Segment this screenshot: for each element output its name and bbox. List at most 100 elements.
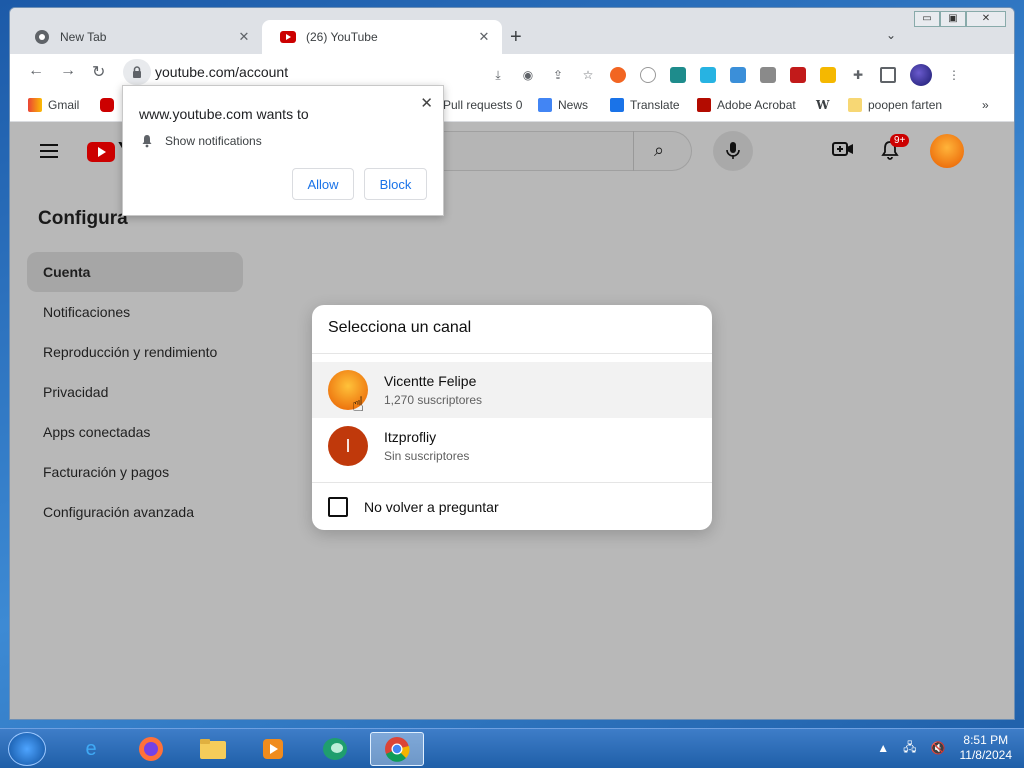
bookmarks-overflow[interactable]: » (982, 98, 989, 112)
extension-icon[interactable] (820, 67, 836, 83)
extension-icon[interactable] (610, 67, 626, 83)
acrobat-icon (697, 98, 711, 112)
window-controls: ▭ ▣ ✕ (914, 11, 1006, 27)
extension-icon[interactable] (670, 67, 686, 83)
bookmark-news[interactable]: News (538, 98, 588, 112)
mic-button[interactable] (713, 131, 753, 171)
eye-icon[interactable]: ◉ (520, 67, 536, 83)
internet-explorer-icon[interactable]: e (64, 732, 118, 766)
tab-close-icon[interactable]: ✕ (476, 29, 492, 45)
bookmark-youtube[interactable] (100, 98, 114, 112)
media-player-icon[interactable] (246, 732, 300, 766)
channel-text: Itzprofliy Sin suscriptores (384, 429, 469, 463)
start-button[interactable] (8, 732, 46, 766)
chrome-taskbar-icon[interactable] (370, 732, 424, 766)
translate-icon (610, 98, 624, 112)
close-window-button[interactable]: ✕ (966, 11, 1006, 27)
allow-button[interactable]: Allow (292, 168, 354, 200)
clock-date: 11/8/2024 (959, 748, 1013, 762)
nav-cuenta[interactable]: Cuenta (27, 252, 243, 292)
account-avatar[interactable] (930, 134, 964, 168)
extension-icon[interactable] (700, 67, 716, 83)
dialog-title: Selecciona un canal (328, 319, 472, 336)
extension-icon[interactable] (640, 67, 656, 83)
gmail-icon (28, 98, 42, 112)
bookmark-adobe-acrobat[interactable]: Adobe Acrobat (697, 98, 796, 112)
system-tray: ▲ 🖧 🔇 8:51 PM 11/8/2024 (877, 733, 1012, 763)
mouse-cursor-icon: ☝ (352, 394, 365, 416)
bookmark-gmail[interactable]: Gmail (28, 98, 79, 112)
create-video-icon[interactable] (832, 140, 854, 163)
app-icon[interactable] (308, 732, 362, 766)
youtube-icon (100, 98, 114, 112)
nav-configuracion-avanzada[interactable]: Configuración avanzada (27, 492, 243, 532)
block-button[interactable]: Block (364, 168, 427, 200)
kebab-menu-icon[interactable]: ⋮ (946, 67, 962, 83)
minimize-button[interactable]: ▭ (914, 11, 940, 27)
extension-icon[interactable] (790, 67, 806, 83)
bookmark-folder[interactable]: poopen farten (848, 98, 942, 112)
channel-option[interactable]: Vicentte Felipe 1,270 suscriptores (312, 362, 712, 418)
extension-icon[interactable] (730, 67, 746, 83)
close-icon[interactable]: ✕ (420, 94, 433, 112)
bookmark-wikipedia[interactable]: W (816, 98, 829, 112)
channel-option[interactable]: I Itzprofliy Sin suscriptores (312, 418, 712, 474)
nav-apps-conectadas[interactable]: Apps conectadas (27, 412, 243, 452)
volume-muted-icon[interactable]: 🔇 (931, 741, 946, 755)
nav-notificaciones[interactable]: Notificaciones (27, 292, 243, 332)
notification-permission-popup: www.youtube.com wants to ✕ Show notifica… (122, 85, 444, 216)
dont-ask-label[interactable]: No volver a preguntar (364, 499, 499, 515)
file-explorer-icon[interactable] (186, 732, 240, 766)
extension-icon[interactable] (760, 67, 776, 83)
news-icon (538, 98, 552, 112)
notification-badge: 9+ (890, 134, 910, 147)
channel-name: Itzprofliy (384, 429, 437, 445)
network-icon[interactable]: 🖧 (903, 738, 916, 759)
select-channel-dialog: Selecciona un canal Vicentte Felipe 1,27… (312, 305, 712, 530)
lock-icon[interactable] (123, 59, 151, 85)
profile-avatar[interactable] (910, 64, 932, 86)
maximize-button[interactable]: ▣ (940, 11, 966, 27)
back-icon[interactable]: ← (28, 62, 44, 80)
channel-text: Vicentte Felipe 1,270 suscriptores (384, 373, 482, 407)
puzzle-icon[interactable]: ✚ (850, 67, 866, 83)
new-tab-button[interactable]: + (510, 26, 522, 49)
nav-privacidad[interactable]: Privacidad (27, 372, 243, 412)
nav-facturacion[interactable]: Facturación y pagos (27, 452, 243, 492)
tab-close-icon[interactable]: ✕ (236, 29, 252, 45)
channel-avatar: I (328, 426, 368, 466)
mic-icon (726, 142, 740, 159)
reload-icon[interactable]: ↻ (92, 62, 105, 82)
youtube-icon (280, 29, 296, 45)
sidepanel-icon[interactable] (880, 67, 896, 83)
menu-icon[interactable] (40, 144, 58, 162)
tab-title: (26) YouTube (306, 30, 378, 44)
address-bar[interactable]: youtube.com/account (123, 59, 533, 85)
search-icon[interactable]: ⌕ (654, 140, 664, 161)
clock[interactable]: 8:51 PM 11/8/2024 (960, 733, 1013, 763)
bookmark-pull-requests[interactable]: Pull requests 0 (443, 98, 522, 112)
tab-title: New Tab (60, 30, 107, 44)
firefox-icon[interactable] (124, 732, 178, 766)
taskbar: e ▲ 🖧 🔇 8:51 PM 11/8/2024 (0, 728, 1024, 768)
forward-icon[interactable]: → (60, 62, 76, 80)
divider (312, 353, 712, 354)
search-divider (633, 131, 634, 171)
permission-item: Show notifications (141, 134, 262, 148)
bookmark-translate[interactable]: Translate (610, 98, 680, 112)
dont-ask-checkbox[interactable] (328, 497, 348, 517)
channel-name: Vicentte Felipe (384, 373, 477, 389)
tab-youtube[interactable]: (26) YouTube ✕ (262, 20, 502, 54)
tray-arrow-icon[interactable]: ▲ (877, 741, 889, 755)
install-icon[interactable]: ⤓ (490, 67, 506, 83)
channel-subscribers: 1,270 suscriptores (384, 393, 483, 407)
star-icon[interactable]: ☆ (580, 67, 596, 83)
settings-nav: Cuenta Notificaciones Reproducción y ren… (27, 252, 243, 532)
tab-search-button[interactable]: ⌄ (886, 28, 896, 42)
youtube-logo[interactable] (87, 142, 115, 162)
share-icon[interactable]: ⇪ (550, 67, 566, 83)
permission-title: www.youtube.com wants to (139, 106, 309, 122)
address-text[interactable]: youtube.com/account (155, 64, 288, 80)
tab-new-tab[interactable]: New Tab ✕ (16, 20, 262, 54)
nav-reproduccion[interactable]: Reproducción y rendimiento (27, 332, 243, 372)
